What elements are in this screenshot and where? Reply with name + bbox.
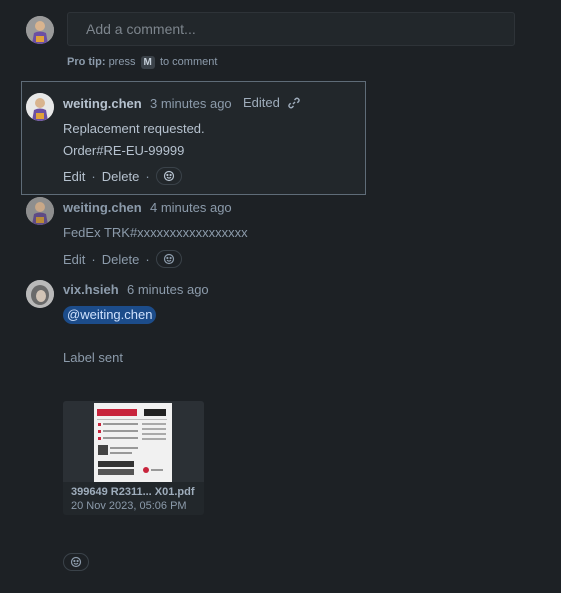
comment-text-line: Label sent (63, 350, 123, 365)
comment-timestamp[interactable]: 3 minutes ago (150, 96, 232, 111)
add-reaction-icon[interactable] (155, 250, 182, 268)
comment-timestamp[interactable]: 4 minutes ago (150, 200, 232, 215)
comment-text-line: Order#RE-EU-99999 (63, 143, 185, 158)
current-user-avatar (26, 16, 54, 44)
edit-button[interactable]: Edit (63, 169, 85, 184)
link-icon[interactable] (288, 96, 300, 114)
comment-input[interactable] (68, 13, 514, 45)
attachment-card[interactable]: 399649 R2311... X01.pdf 20 Nov 2023, 05:… (63, 401, 204, 515)
comment-timestamp[interactable]: 6 minutes ago (127, 282, 209, 297)
comment-actions: Edit · Delete · (63, 250, 182, 268)
edit-button[interactable]: Edit (63, 252, 85, 267)
avatar (26, 93, 54, 121)
attachment-thumbnail (63, 401, 204, 482)
delete-button[interactable]: Delete (102, 169, 140, 184)
add-reaction-icon[interactable] (155, 167, 182, 185)
edited-label: Edited (243, 95, 280, 110)
protip-post: to comment (159, 56, 218, 68)
user-mention[interactable]: @weiting.chen (63, 306, 157, 324)
comment-author[interactable]: weiting.chen (63, 200, 142, 215)
comment-author[interactable]: vix.hsieh (63, 282, 119, 297)
comment-text-line: FedEx TRK#xxxxxxxxxxxxxxxxx (63, 225, 248, 240)
protip-pre: press (108, 56, 136, 68)
pdf-preview-icon (94, 403, 172, 482)
comment-author[interactable]: weiting.chen (63, 96, 142, 111)
comment-input-box[interactable] (67, 12, 515, 46)
avatar (26, 280, 54, 308)
protip: Pro tip: press M to comment (67, 56, 217, 69)
delete-button[interactable]: Delete (102, 252, 140, 267)
protip-label: Pro tip: (67, 56, 106, 68)
attachment-date: 20 Nov 2023, 05:06 PM (71, 500, 187, 512)
avatar (26, 197, 54, 225)
comment-text-line: Replacement requested. (63, 121, 205, 136)
comment-actions: Edit · Delete · (63, 167, 182, 185)
protip-key: M (140, 56, 155, 69)
attachment-filename[interactable]: 399649 R2311... X01.pdf (71, 486, 195, 498)
add-reaction-icon[interactable] (63, 553, 89, 571)
